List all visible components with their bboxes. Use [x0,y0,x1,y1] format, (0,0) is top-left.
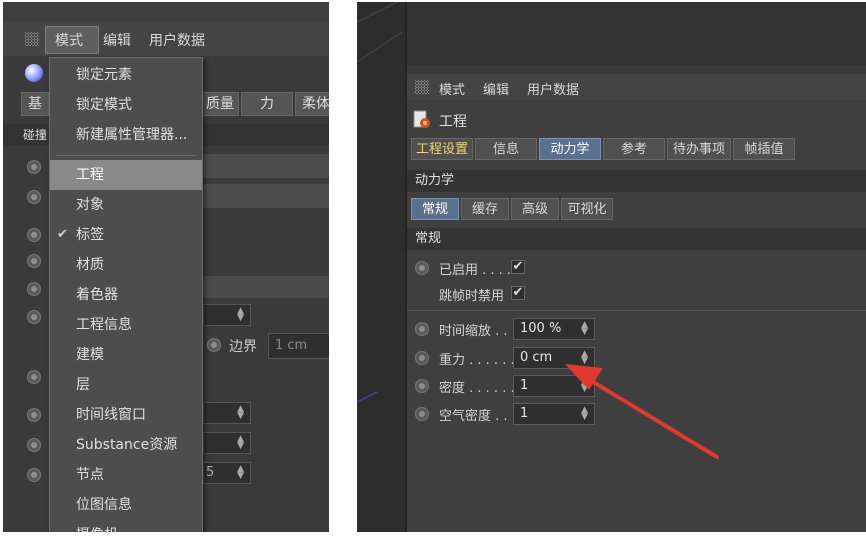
right-attribute-panel: 模式 编辑 用户数据 工程 工程设置 信息 动力学 参考 待办事项 帧插值 动力… [357,2,866,532]
param-radio[interactable] [27,254,41,268]
menu-item-object[interactable]: 对象 [50,190,202,220]
param-radio[interactable] [27,228,41,242]
menu-item-label: 标签 [76,227,104,243]
menu-item-project[interactable]: 工程 [50,160,202,190]
tab-softbody[interactable]: 柔体 [295,92,329,116]
menu-item-lock-element[interactable]: 锁定元素 [50,60,202,90]
menu-item-label: 材质 [76,257,104,273]
menu-item-modeling[interactable]: 建模 [50,340,202,370]
menu-item-lock-mode[interactable]: 锁定模式 [50,90,202,120]
menu-item-layer[interactable]: 层 [50,370,202,400]
menu-item-substance-assets[interactable]: Substance资源 [50,430,202,460]
menu-item-tag[interactable]: ✔ 标签 [50,220,202,250]
annotation-arrow-overlay [565,364,719,459]
menu-item-new-attribute-manager[interactable]: 新建属性管理器... [50,120,202,150]
border-label: 边界 [229,339,257,355]
menu-mode[interactable]: 模式 [55,30,83,50]
param-radio[interactable] [27,468,41,482]
menu-item-node[interactable]: 节点 [50,460,202,490]
number-field[interactable]: ▲ ▼ [203,402,251,424]
param-radio[interactable] [27,190,41,204]
border-value-field[interactable]: 1 cm [268,333,329,359]
number-field[interactable]: ▲ ▼ [203,432,251,454]
menu-item-label: 锁定模式 [76,97,132,113]
menu-item-label: 锁定元素 [76,67,132,83]
object-sphere-icon [25,64,43,82]
menu-item-label: 摄像机 [76,520,118,532]
param-radio[interactable] [27,438,41,452]
mode-dropdown-menu: 锁定元素 锁定模式 新建属性管理器... 工程 对象 ✔ 标签 材质 着色器 工… [49,57,203,532]
menu-item-camera[interactable]: 摄像机 [50,520,202,532]
row-bar [203,276,329,298]
left-top-strip [3,2,329,22]
menu-edit[interactable]: 编辑 [103,30,131,50]
number-field[interactable]: 5 ▲ ▼ [203,462,251,484]
menu-item-label: 新建属性管理器... [76,127,188,143]
menu-item-shader[interactable]: 着色器 [50,280,202,310]
menu-item-label: 工程信息 [76,317,132,333]
menu-item-material[interactable]: 材质 [50,250,202,280]
left-attribute-panel: 模式 编辑 用户数据 基 质量 力 柔体 碰撞 ▲ ▼ 边界 1 cm ▲ ▼ ▲ ▼… [3,2,329,532]
menu-userdata[interactable]: 用户数据 [149,30,205,50]
menu-item-label: Substance资源 [76,437,178,453]
menu-item-label: 节点 [76,467,104,483]
tab-mass[interactable]: 质量 [201,92,239,116]
border-radio[interactable] [207,338,221,352]
param-radio[interactable] [27,370,41,384]
param-radio[interactable] [27,310,41,324]
menu-item-label: 位图信息 [76,497,132,513]
param-radio[interactable] [27,160,41,174]
menu-item-label: 建模 [76,347,104,363]
menu-item-label: 时间线窗口 [76,407,146,423]
menu-item-label: 着色器 [76,287,118,303]
row-bar [203,184,329,208]
param-radio[interactable] [27,282,41,296]
partial-value: 5 [206,465,215,480]
row-bar [203,154,329,178]
menu-item-label: 层 [76,377,90,393]
red-arrow-shaft [583,375,719,459]
tab-basic[interactable]: 基 [21,92,49,116]
checkmark-icon: ✔ [57,227,68,242]
menu-item-timeline-window[interactable]: 时间线窗口 [50,400,202,430]
grip-icon[interactable] [25,32,39,46]
tab-force[interactable]: 力 [241,92,293,116]
param-radio[interactable] [27,408,41,422]
menu-item-label: 工程 [76,167,104,183]
menu-item-project-info[interactable]: 工程信息 [50,310,202,340]
menu-item-bitmap-info[interactable]: 位图信息 [50,490,202,520]
menu-item-label: 对象 [76,197,104,213]
number-field[interactable]: ▲ ▼ [203,304,251,326]
left-menubar: 模式 编辑 用户数据 [3,22,329,56]
menu-separator [56,155,196,156]
